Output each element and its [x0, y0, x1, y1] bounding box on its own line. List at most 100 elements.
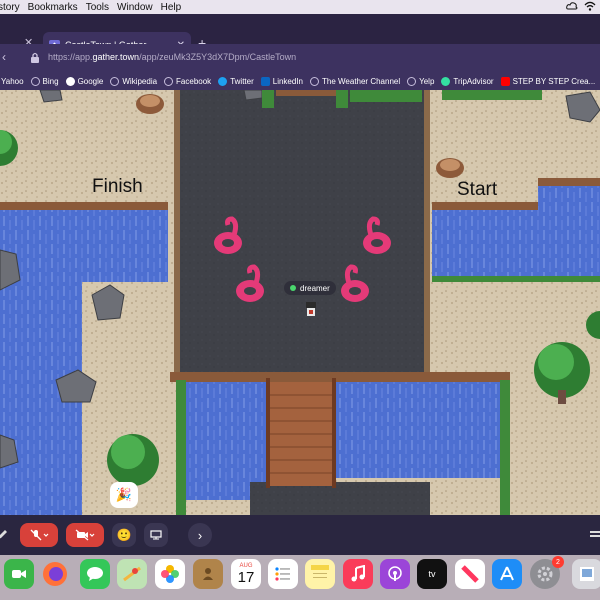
url-text[interactable]: https://app.gather.town/app/zeuMk3Z5Y3dX… [48, 52, 296, 62]
river-left-upper [0, 208, 168, 282]
app-store-icon[interactable] [492, 559, 522, 589]
address-bar[interactable]: ‹ https://app.gather.town/app/zeuMk3Z5Y3… [0, 44, 600, 72]
tripadvisor-icon [441, 76, 451, 86]
calendar-icon[interactable]: AUG 17 [231, 559, 261, 589]
bookmark-wikipedia[interactable]: Wikipedia [110, 76, 158, 86]
game-map[interactable]: Finish Start dreamer 🎉 [0, 90, 600, 515]
pencil-icon[interactable] [0, 523, 10, 547]
url-scheme: https://app. [48, 52, 93, 62]
microphone-muted-button[interactable] [20, 523, 58, 547]
plaza-border-right [424, 90, 430, 375]
hedge-bottom-right [500, 380, 510, 515]
apple-tv-icon[interactable]: tv [417, 559, 447, 589]
system-preferences-icon[interactable]: 2 [530, 556, 564, 589]
tab-strip: ✕ ◆ CastleTown | Gather ✕ + [0, 14, 600, 58]
news-icon[interactable] [455, 559, 485, 589]
globe-icon [30, 76, 40, 86]
creative-cloud-icon[interactable] [566, 1, 578, 14]
podcasts-icon[interactable] [380, 559, 410, 589]
tv-glyph: tv [428, 569, 436, 579]
reminders-icon[interactable] [268, 559, 298, 589]
google-icon [65, 76, 75, 86]
notes-icon[interactable] [305, 559, 335, 589]
bookmark-label: Facebook [176, 76, 212, 86]
river-right-top [538, 185, 600, 255]
screen: story Bookmarks Tools Window Help ✕ ◆ Ca… [0, 0, 600, 600]
plaza-border-left [174, 90, 180, 375]
bookmark-label: LinkedIn [272, 76, 303, 86]
twitter-icon [218, 76, 228, 86]
bookmark-label: TripAdvisor [453, 76, 494, 86]
calendar-day: 17 [237, 568, 255, 586]
wifi-icon[interactable] [584, 1, 596, 14]
bookmark-label: Yelp [419, 76, 435, 86]
emote-button[interactable]: 🙂 [112, 523, 136, 547]
bookmark-tripadvisor[interactable]: TripAdvisor [441, 76, 494, 86]
bookmark-youtube[interactable]: STEP BY STEP Crea... [500, 76, 595, 86]
map-scene [0, 90, 600, 515]
party-popper-icon: 🎉 [115, 487, 133, 502]
bookmark-yelp[interactable]: Yelp [407, 76, 435, 86]
bookmark-linkedin[interactable]: LinkedIn [260, 76, 303, 86]
globe-icon [407, 76, 417, 86]
back-icon[interactable]: ‹ [2, 50, 6, 64]
bookmark-label: Twitter [230, 76, 254, 86]
menu-help[interactable]: Help [161, 2, 182, 13]
music-icon[interactable] [343, 559, 373, 589]
bookmark-twitter[interactable]: Twitter [218, 76, 254, 86]
bookmark-label: Google [77, 76, 104, 86]
bookmark-google[interactable]: Google [65, 76, 104, 86]
chevron-right-icon: › [197, 527, 203, 543]
online-status-dot [290, 285, 296, 291]
camera-off-button[interactable] [66, 523, 104, 547]
contacts-icon[interactable] [193, 559, 223, 589]
stump-middle-right [436, 158, 464, 178]
path-bottom [250, 482, 430, 515]
mic-off-icon [30, 529, 49, 541]
plaza-floor [178, 90, 426, 375]
notification-badge: 2 [552, 556, 564, 568]
menu-tools[interactable]: Tools [86, 2, 109, 13]
screen-share-button[interactable] [144, 523, 168, 547]
bookmark-yahoo[interactable]: Yahoo [1, 77, 24, 86]
player-avatar[interactable] [306, 302, 316, 316]
menu-history[interactable]: story [0, 2, 20, 13]
preview-icon[interactable] [572, 559, 600, 589]
linkedin-icon [260, 76, 270, 86]
bookmark-label: Wikipedia [122, 76, 158, 86]
hedge-bottom-left [176, 380, 186, 515]
bookmark-weather-channel[interactable]: The Weather Channel [310, 76, 401, 86]
globe-icon [164, 76, 174, 86]
globe-icon [110, 76, 120, 86]
bookmark-label: The Weather Channel [322, 76, 401, 86]
river-left-ledge [0, 202, 168, 210]
bookmark-label: Bing [42, 76, 59, 86]
finish-label: Finish [92, 176, 143, 197]
youtube-icon [500, 76, 510, 86]
tree-bottom-left [107, 434, 159, 486]
bookmark-facebook[interactable]: Facebook [164, 76, 212, 86]
macos-dock: AUG 17 tv 2 [0, 555, 600, 600]
menu-bookmarks[interactable]: Bookmarks [28, 2, 78, 13]
maps-icon[interactable] [117, 559, 147, 589]
bookmark-label: Yahoo [1, 76, 24, 86]
player-name-tag[interactable]: dreamer [284, 281, 336, 295]
plaza-ledge [170, 372, 510, 382]
photos-icon[interactable] [155, 559, 185, 589]
globe-icon [310, 76, 319, 86]
firefox-icon[interactable] [40, 559, 70, 589]
gather-toolbar: 🙂 › [0, 515, 600, 555]
emote-bubble[interactable]: 🎉 [110, 482, 138, 508]
bookmark-bing[interactable]: Bing [30, 76, 59, 86]
facetime-icon[interactable] [4, 559, 34, 589]
toolbar-right-icon[interactable] [588, 523, 600, 547]
messages-icon[interactable] [80, 559, 110, 589]
lock-icon[interactable] [30, 51, 40, 63]
lake-bottom-right [334, 382, 504, 478]
bookmarks-bar: Yahoo Bing Google Wikipedia Facebook Twi… [0, 72, 600, 90]
macos-menu-bar: story Bookmarks Tools Window Help [0, 0, 600, 14]
menu-window[interactable]: Window [117, 2, 153, 13]
expand-toolbar-button[interactable]: › [188, 523, 212, 547]
url-path: /app/zeuMk3Z5Y3dX7Dpm/CastleTown [139, 52, 297, 62]
menu-status-icons [566, 1, 596, 14]
